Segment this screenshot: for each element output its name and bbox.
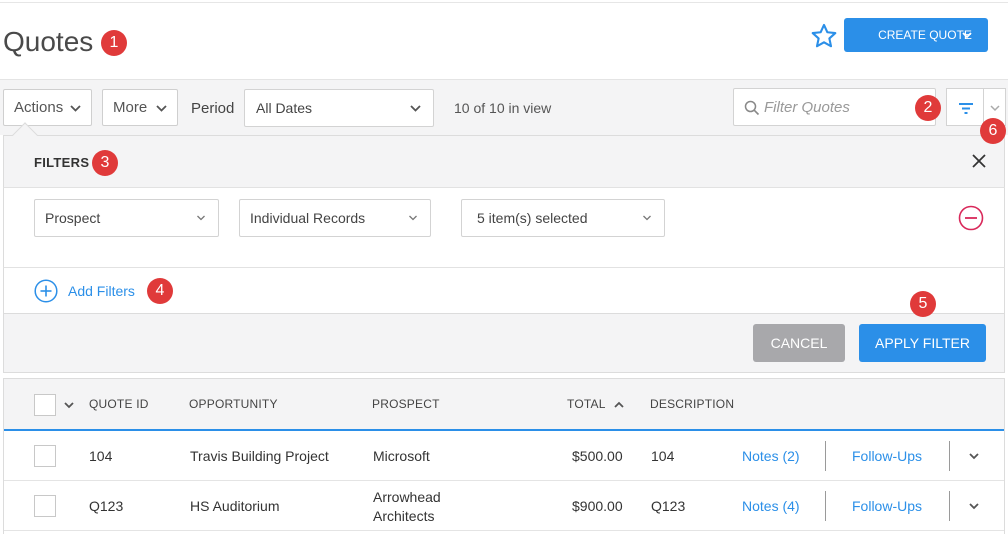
sort-ascending-icon[interactable]: [613, 399, 625, 411]
records-in-view: 10 of 10 in view: [454, 100, 552, 116]
filters-title: FILTERS: [34, 155, 90, 170]
chevron-down-icon[interactable]: [967, 449, 981, 463]
notes-link[interactable]: Notes (4): [742, 498, 800, 514]
chevron-down-icon: [408, 200, 418, 239]
period-select[interactable]: All Dates: [244, 89, 434, 127]
column-header-opportunity[interactable]: OPPORTUNITY: [189, 397, 278, 411]
column-header-total[interactable]: TOTAL: [567, 397, 606, 411]
divider: [949, 491, 950, 521]
follow-ups-link[interactable]: Follow-Ups: [852, 498, 922, 514]
chevron-down-icon: [70, 90, 81, 140]
annotation-badge-4: 4: [147, 278, 173, 304]
table-row[interactable]: 104 Travis Building Project Microsoft $5…: [4, 431, 1004, 481]
add-circle-icon[interactable]: [34, 279, 58, 303]
actions-dropdown[interactable]: Actions: [3, 89, 92, 126]
annotation-badge-1: 1: [101, 30, 127, 56]
annotation-badge-6: 6: [980, 118, 1006, 144]
quote-id: Q123: [89, 498, 124, 514]
prospect: Arrowhead Architects: [373, 489, 441, 524]
filter-field-value: Prospect: [45, 210, 101, 226]
more-label: More: [113, 99, 148, 116]
prospect: Microsoft: [373, 448, 430, 464]
filter-toggle-button[interactable]: [946, 88, 984, 126]
notes-link[interactable]: Notes (2): [742, 448, 800, 464]
apply-filter-button[interactable]: APPLY FILTER: [859, 324, 986, 362]
column-header-quote-id[interactable]: QUOTE ID: [89, 397, 149, 411]
table-row[interactable]: Q123 HS Auditorium Arrowhead Architects …: [4, 481, 1004, 531]
table-header: QUOTE ID OPPORTUNITY PROSPECT TOTAL DESC…: [4, 379, 1004, 431]
quote-id: 104: [89, 448, 113, 464]
search-box: [733, 88, 936, 126]
filter-records-value: 5 item(s) selected: [477, 210, 588, 226]
filter-quotes-input[interactable]: [764, 97, 924, 117]
quotes-table: QUOTE ID OPPORTUNITY PROSPECT TOTAL DESC…: [3, 378, 1005, 534]
filter-mode-value: Individual Records: [250, 210, 366, 226]
follow-ups-link[interactable]: Follow-Ups: [852, 448, 922, 464]
description: Q123: [651, 498, 686, 514]
filter-mode-select[interactable]: Individual Records: [239, 199, 431, 237]
filters-panel-header: FILTERS: [3, 135, 1005, 188]
opportunity: Travis Building Project: [190, 448, 329, 464]
total: $500.00: [572, 448, 623, 464]
create-quote-button[interactable]: CREATE QUOTE: [844, 18, 988, 52]
chevron-down-icon: [642, 200, 652, 239]
divider: [949, 441, 950, 471]
filter-field-select[interactable]: Prospect: [34, 199, 219, 237]
filter-criteria-row: Prospect Individual Records 5 item(s) se…: [3, 188, 1005, 268]
chevron-down-icon: [410, 90, 421, 130]
cancel-button[interactable]: CANCEL: [753, 324, 845, 362]
column-header-description[interactable]: DESCRIPTION: [650, 397, 734, 411]
remove-filter-icon[interactable]: [958, 205, 984, 231]
more-dropdown[interactable]: More: [102, 89, 178, 126]
opportunity: HS Auditorium: [190, 498, 280, 514]
chevron-down-icon: [196, 200, 206, 239]
filter-icon: [959, 103, 973, 114]
page-title: Quotes: [3, 26, 94, 57]
chevron-down-icon: [156, 90, 167, 140]
total: $900.00: [572, 498, 623, 514]
divider: [825, 491, 826, 521]
star-icon[interactable]: [810, 22, 838, 50]
filter-records-select[interactable]: 5 item(s) selected: [461, 199, 665, 237]
divider: [825, 441, 826, 471]
top-border: [0, 0, 1008, 3]
chevron-down-icon: [962, 18, 972, 67]
add-filters-link[interactable]: Add Filters: [68, 283, 135, 299]
filter-actions-row: CANCEL APPLY FILTER: [3, 313, 1005, 373]
create-quote-label: CREATE QUOTE: [878, 28, 972, 42]
annotation-badge-2: 2: [915, 95, 941, 121]
select-all-checkbox[interactable]: [34, 394, 56, 416]
period-label: Period: [191, 100, 235, 117]
row-checkbox[interactable]: [34, 495, 56, 517]
column-header-prospect[interactable]: PROSPECT: [372, 397, 440, 411]
row-checkbox[interactable]: [34, 445, 56, 467]
chevron-down-icon[interactable]: [967, 499, 981, 513]
chevron-down-icon[interactable]: [63, 399, 75, 411]
annotation-badge-5: 5: [910, 291, 936, 317]
annotation-badge-3: 3: [92, 150, 118, 176]
period-value: All Dates: [256, 100, 313, 116]
actions-label: Actions: [14, 99, 64, 116]
search-icon: [744, 100, 760, 116]
description: 104: [651, 448, 675, 464]
close-icon[interactable]: [968, 150, 990, 172]
